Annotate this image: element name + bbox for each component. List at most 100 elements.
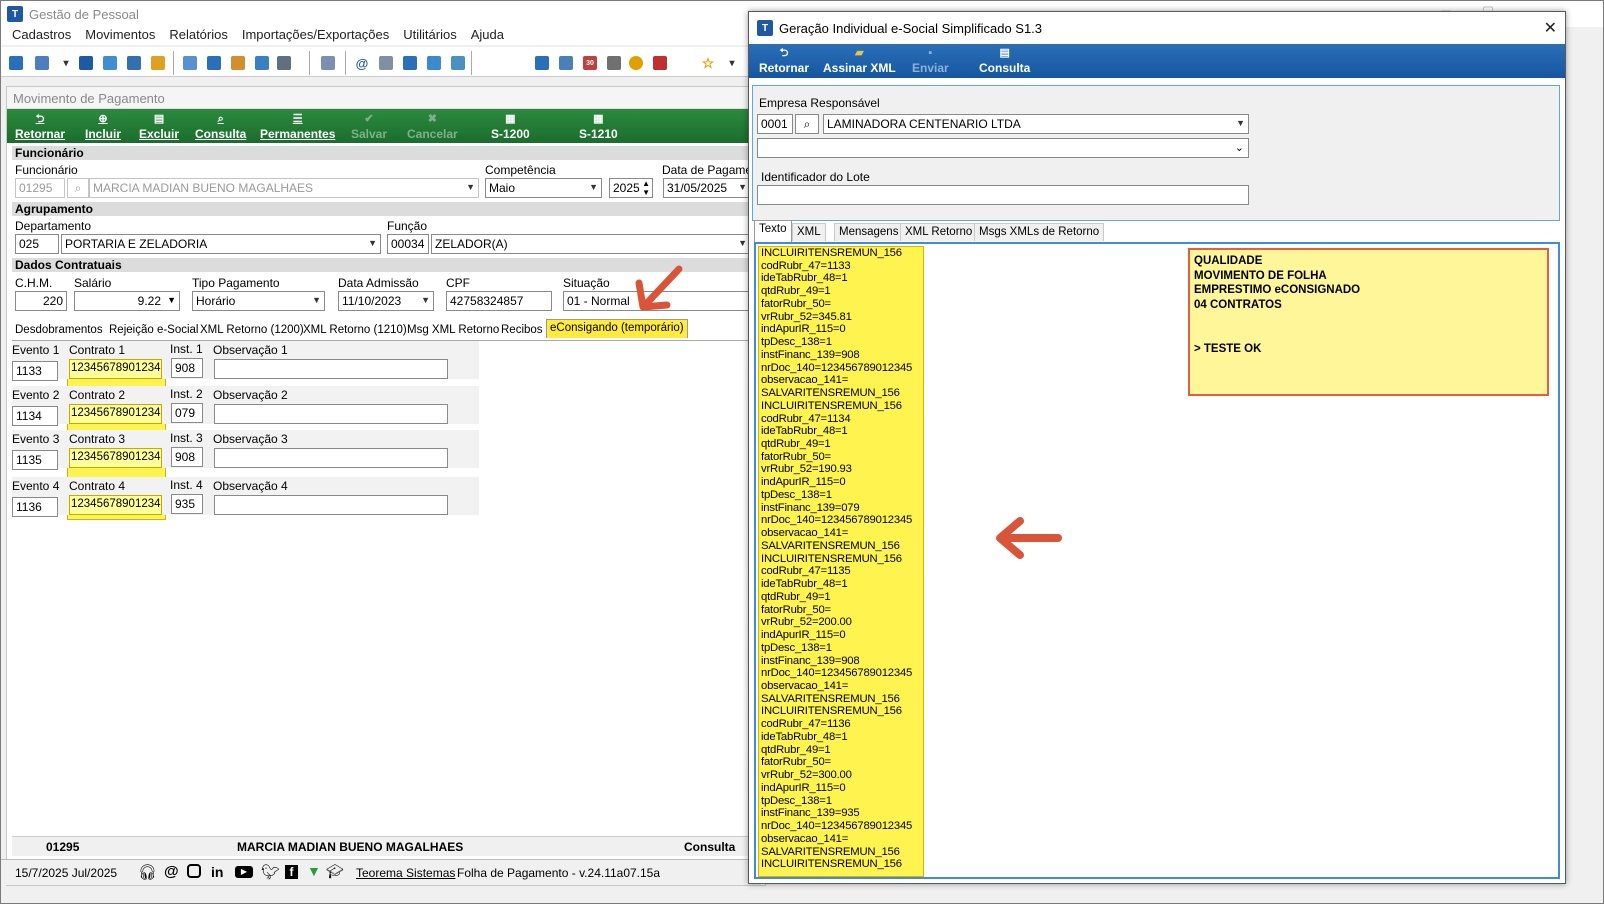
secondary-select[interactable]: ⌄: [757, 138, 1249, 158]
instagram-icon[interactable]: [187, 864, 201, 878]
cancelar-button[interactable]: ✖ Cancelar: [407, 109, 458, 143]
dialog-retornar-button[interactable]: ⮌ Retornar: [759, 44, 809, 78]
enviar-button[interactable]: ▪ Enviar: [912, 44, 949, 78]
book-icon[interactable]: [79, 56, 93, 70]
at-icon[interactable]: @: [164, 863, 179, 880]
tipo-pagamento-select[interactable]: Horário: [192, 291, 325, 311]
tab-msgs-xmls-retorno[interactable]: Msgs XMLs de Retorno: [974, 223, 1105, 241]
tab-xml-retorno-1200[interactable]: XML Retorno (1200): [197, 322, 307, 341]
inst-input[interactable]: 908: [171, 358, 203, 378]
observacao-input[interactable]: [214, 359, 448, 379]
star-icon[interactable]: ☆: [701, 55, 715, 71]
excluir-button[interactable]: ▤ Excluir: [139, 109, 179, 143]
inst-input[interactable]: 935: [171, 494, 203, 514]
twitter-icon[interactable]: 🐦︎: [261, 863, 280, 881]
grid-icon[interactable]: [535, 56, 549, 70]
empresa-search-button[interactable]: ⌕: [795, 114, 819, 134]
s1200-button[interactable]: ▦ S-1200: [491, 109, 530, 143]
people-icon[interactable]: [321, 56, 335, 70]
clock-icon[interactable]: [607, 56, 621, 70]
inst-input[interactable]: 908: [171, 447, 203, 467]
form-icon[interactable]: [207, 56, 221, 70]
files-icon[interactable]: [403, 56, 417, 70]
observacao-input[interactable]: [214, 404, 448, 424]
tab-recibos[interactable]: Recibos: [498, 322, 546, 341]
database-icon[interactable]: [9, 56, 23, 70]
data-admissao-input[interactable]: 11/10/2023: [338, 291, 434, 311]
network-icon[interactable]: [35, 56, 49, 70]
contrato-input[interactable]: 123456789012345: [69, 495, 162, 515]
s1210-button[interactable]: ▦ S-1210: [579, 109, 618, 143]
assinar-xml-button[interactable]: ▰ Assinar XML: [823, 44, 896, 78]
departamento-code-input[interactable]: 025: [15, 234, 59, 254]
menu-cadastros[interactable]: Cadastros: [5, 25, 78, 45]
tab-msg-xml-retorno[interactable]: Msg XML Retorno: [404, 322, 502, 341]
lote-input[interactable]: [757, 185, 1249, 205]
edit-icon[interactable]: [451, 56, 465, 70]
menu-ajuda[interactable]: Ajuda: [464, 25, 511, 45]
close-icon[interactable]: ✕: [1544, 18, 1557, 38]
evento-input[interactable]: 1135: [12, 450, 58, 470]
handshake-icon[interactable]: [255, 56, 269, 70]
data-pagamento-input[interactable]: 31/05/2025: [663, 178, 751, 198]
menu-utilitarios[interactable]: Utilitários: [396, 25, 463, 45]
competencia-month-select[interactable]: Maio: [485, 178, 602, 198]
funcionario-search-button[interactable]: ⌕: [67, 178, 89, 198]
person-icon[interactable]: [231, 56, 245, 70]
printer-icon[interactable]: [277, 56, 291, 70]
dropdown-arrow-icon[interactable]: ▾: [725, 56, 739, 70]
evento-input[interactable]: 1133: [12, 361, 58, 381]
contrato-input[interactable]: 123456789012345: [69, 404, 162, 424]
chm-input[interactable]: 220: [15, 291, 67, 311]
tab-desdobramentos[interactable]: Desdobramentos: [12, 322, 106, 341]
document-icon[interactable]: [103, 56, 117, 70]
funcao-select[interactable]: ZELADOR(A): [431, 234, 751, 254]
menu-relatorios[interactable]: Relatórios: [162, 25, 235, 45]
cpf-input[interactable]: 42758324857: [446, 291, 552, 311]
linkedin-icon[interactable]: in: [211, 864, 223, 880]
evento-input[interactable]: 1134: [12, 406, 58, 426]
at-icon[interactable]: @: [355, 56, 369, 71]
users-icon[interactable]: [151, 56, 165, 70]
pdf-icon[interactable]: [653, 56, 667, 70]
empresa-select[interactable]: LAMINADORA CENTENARIO LTDA: [823, 114, 1249, 134]
retornar-button[interactable]: ⮌ Retornar: [15, 109, 65, 143]
contrato-input[interactable]: 123456789012345: [69, 448, 162, 468]
tab-mensagens[interactable]: Mensagens: [834, 223, 904, 241]
calendar-icon[interactable]: 30: [583, 56, 597, 70]
departamento-select[interactable]: PORTARIA E ZELADORIA: [61, 234, 381, 254]
spinner-arrows-icon[interactable]: ▲ ▼: [642, 179, 650, 197]
tab-econsigando[interactable]: eConsigando (temporário): [546, 319, 688, 338]
tab-xml[interactable]: XML: [792, 223, 826, 241]
consulta-button[interactable]: ⌕ Consulta: [195, 109, 246, 143]
lock-icon[interactable]: [629, 56, 643, 70]
tab-texto[interactable]: Texto: [754, 220, 792, 242]
observacao-input[interactable]: [214, 448, 448, 468]
incluir-button[interactable]: ⊕ Incluir: [85, 109, 121, 143]
graduation-cap-icon[interactable]: 🎓︎: [326, 863, 344, 880]
contrato-input[interactable]: 123456789012345: [69, 359, 162, 379]
youtube-icon[interactable]: ▶: [235, 866, 253, 878]
permanentes-button[interactable]: ☰ Permanentes: [260, 109, 335, 143]
texto-textarea[interactable]: INCLUIRITENSREMUN_156 codRubr_47=1133 ideT…: [754, 242, 1560, 879]
facebook-icon[interactable]: f: [285, 865, 298, 879]
competencia-year-spinner[interactable]: 2025 ▲ ▼: [609, 178, 653, 198]
mail-icon[interactable]: [427, 56, 441, 70]
tab-rejeicao-esocial[interactable]: Rejeição e-Social: [106, 322, 202, 341]
inst-input[interactable]: 079: [171, 403, 203, 423]
calculator2-icon[interactable]: [559, 56, 573, 70]
dropdown-arrow-icon[interactable]: ▾: [59, 56, 73, 70]
salvar-button[interactable]: ✔ Salvar: [351, 109, 387, 143]
menu-movimentos[interactable]: Movimentos: [78, 25, 162, 45]
observacao-input[interactable]: [214, 495, 448, 515]
calculator-icon[interactable]: [127, 56, 141, 70]
tab-xml-retorno-1210[interactable]: XML Retorno (1210): [300, 322, 410, 341]
funcao-code-input[interactable]: 00034: [387, 234, 429, 254]
dialog-consulta-button[interactable]: ▤ Consulta: [979, 44, 1030, 78]
salario-input[interactable]: 9.22 ▼: [74, 291, 180, 311]
empresa-code-input[interactable]: 0001: [757, 114, 793, 134]
funcionario-code-input[interactable]: 01295: [15, 178, 65, 198]
list-icon[interactable]: [183, 56, 197, 70]
evento-input[interactable]: 1136: [12, 497, 58, 517]
funcionario-name-select[interactable]: MARCIA MADIAN BUENO MAGALHAES: [89, 178, 479, 198]
